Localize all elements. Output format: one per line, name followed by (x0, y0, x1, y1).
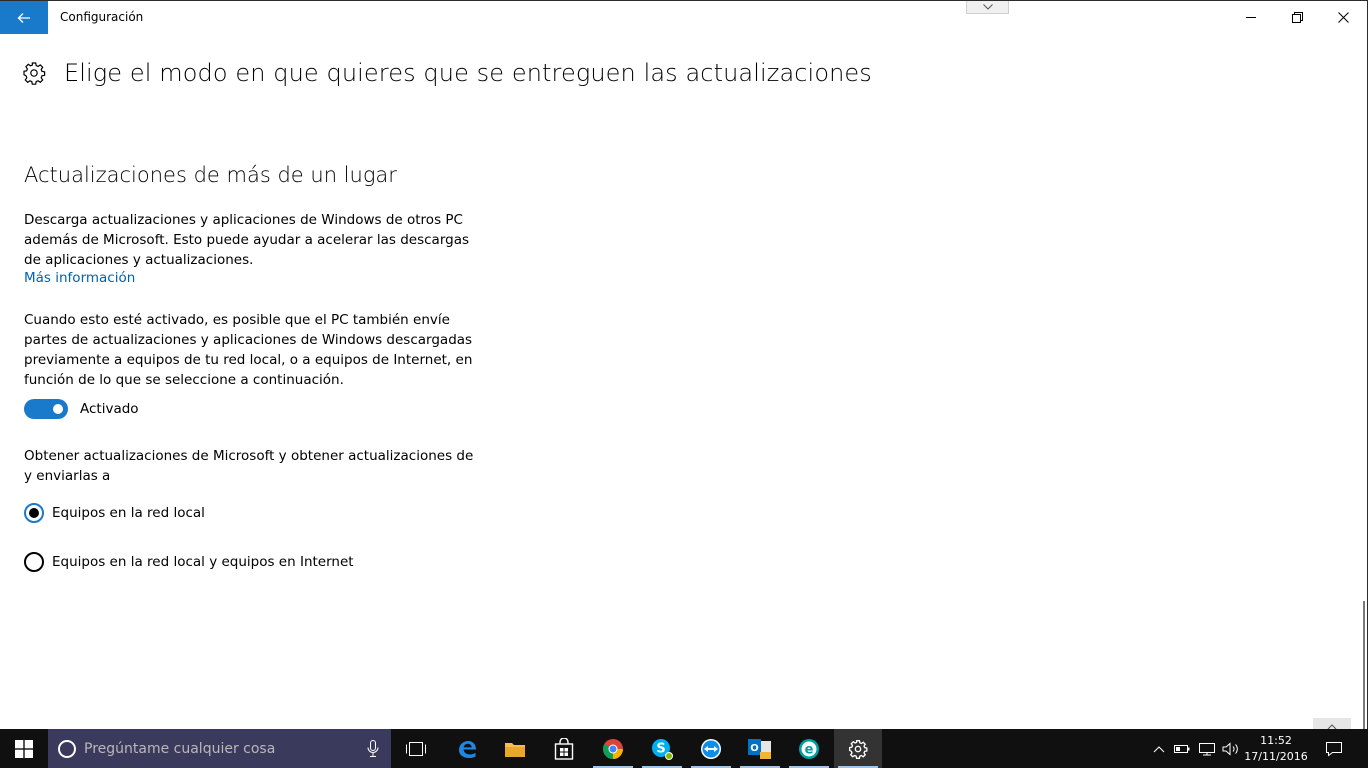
close-icon (1337, 12, 1349, 23)
description-sharing: Cuando esto esté activado, es posible qu… (24, 312, 473, 388)
outlook-icon[interactable]: O (736, 729, 784, 768)
start-button[interactable] (0, 729, 48, 768)
close-button[interactable] (1320, 1, 1366, 34)
edge-icon[interactable] (443, 729, 491, 768)
microphone-icon[interactable] (367, 740, 379, 757)
clock-time: 11:52 (1260, 734, 1292, 747)
more-info-link[interactable]: Más información (24, 270, 135, 286)
battery-icon[interactable] (1172, 729, 1192, 768)
chevron-up-icon (1153, 745, 1165, 752)
toggle-knob (53, 404, 63, 414)
settings-taskbar-icon[interactable] (834, 729, 882, 768)
window-title: Configuración (60, 10, 144, 24)
gear-icon (23, 62, 46, 85)
search-box[interactable]: Pregúntame cualquier cosa (48, 729, 391, 768)
back-arrow-icon (17, 12, 30, 23)
page-title: Elige el modo en que quieres que se entr… (64, 59, 872, 87)
tablet-drop-tab[interactable] (966, 1, 1009, 14)
clock-date: 17/11/2016 (1244, 750, 1308, 763)
eset-icon[interactable]: e (785, 729, 833, 768)
scrollbar[interactable] (1363, 601, 1365, 729)
minimize-button[interactable] (1228, 1, 1274, 34)
radio-label-local: Equipos en la red local (52, 505, 205, 521)
settings-window: Configuración Elige el modo en que quier… (0, 0, 1368, 730)
show-hidden-icons[interactable] (1150, 729, 1168, 768)
taskbar: Pregúntame cualquier cosa S O e 11:52 17… (0, 729, 1368, 768)
radio-button-checked[interactable] (24, 503, 44, 523)
file-explorer-icon[interactable] (491, 729, 539, 768)
toggle-label: Activado (80, 401, 139, 417)
svg-text:e: e (805, 742, 814, 757)
action-center-icon[interactable] (1320, 729, 1348, 768)
radio-option-local-and-internet[interactable]: Equipos en la red local y equipos en Int… (24, 552, 354, 572)
store-icon[interactable] (540, 729, 588, 768)
taskbar-clock[interactable]: 11:52 17/11/2016 (1236, 733, 1316, 765)
radio-dot (29, 508, 39, 518)
title-bar: Configuración (0, 1, 1368, 34)
radio-button-unchecked[interactable] (24, 552, 44, 572)
teamviewer-icon[interactable] (687, 729, 735, 768)
network-icon[interactable] (1196, 729, 1218, 768)
skype-icon[interactable]: S (638, 729, 686, 768)
windows-logo-icon (15, 739, 33, 758)
restore-icon (1291, 12, 1303, 23)
restore-button[interactable] (1274, 1, 1320, 34)
page-header: Elige el modo en que quieres que se entr… (22, 59, 872, 87)
radio-label-local-internet: Equipos en la red local y equipos en Int… (52, 554, 354, 570)
delivery-toggle[interactable] (24, 399, 68, 419)
radio-option-local[interactable]: Equipos en la red local (24, 503, 205, 523)
delivery-toggle-row: Activado (24, 399, 139, 419)
section-title: Actualizaciones de más de un lugar (24, 163, 397, 187)
description-download: Descarga actualizaciones y aplicaciones … (24, 212, 470, 268)
minimize-icon (1245, 17, 1256, 18)
search-placeholder: Pregúntame cualquier cosa (84, 740, 276, 757)
svg-text:O: O (750, 743, 759, 754)
task-view-icon[interactable] (392, 729, 440, 768)
cortana-icon (58, 739, 76, 758)
chevron-down-icon (982, 4, 993, 10)
svg-text:S: S (656, 741, 665, 756)
back-button[interactable] (0, 1, 48, 34)
chrome-icon[interactable] (589, 729, 637, 768)
radio-prompt: Obtener actualizaciones de Microsoft y o… (24, 448, 474, 484)
